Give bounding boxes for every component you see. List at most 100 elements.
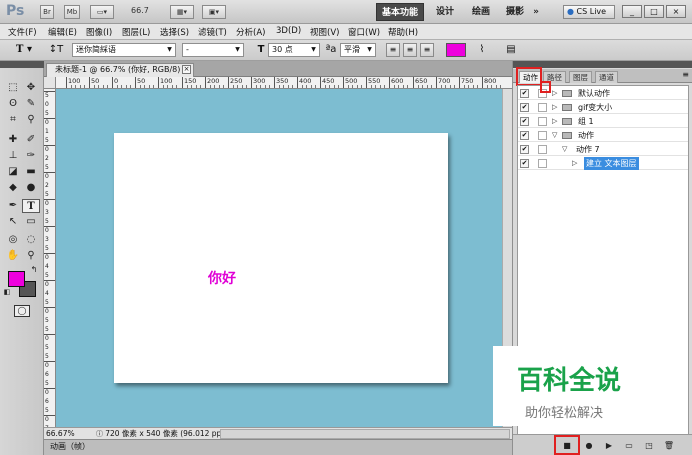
workspace-photography[interactable]: 摄影 xyxy=(500,3,530,21)
clone-stamp-tool-icon[interactable]: ⊥ xyxy=(4,149,22,163)
menu-layer[interactable]: 图层(L) xyxy=(122,26,150,38)
gradient-tool-icon[interactable]: ▬ xyxy=(22,165,40,179)
dodge-tool-icon[interactable]: ● xyxy=(22,181,40,195)
dialog-toggle[interactable] xyxy=(538,103,547,112)
horizontal-scrollbar[interactable] xyxy=(220,429,510,439)
canvas-text-layer[interactable]: 你好 xyxy=(208,268,236,288)
foreground-color-swatch[interactable] xyxy=(8,271,25,287)
character-panel-icon[interactable]: ▤ xyxy=(504,43,518,57)
close-tab-icon[interactable]: × xyxy=(182,65,191,74)
vertical-ruler[interactable]: 50501502502503503504504505505506506507 xyxy=(44,89,56,431)
collapse-triangle-icon[interactable]: ▽ xyxy=(562,143,567,156)
checkmark-icon[interactable]: ✔ xyxy=(520,145,529,154)
menu-analysis[interactable]: 分析(A) xyxy=(236,26,265,38)
history-brush-tool-icon[interactable]: ✑ xyxy=(22,149,40,163)
hand-tool-icon[interactable]: ✋ xyxy=(4,249,22,263)
zoom-level-menu[interactable]: 66.7 xyxy=(131,6,149,15)
horizontal-ruler[interactable]: 100 50 0 50 100 150 200 250 300 350 400 450 500 550 60… xyxy=(56,77,512,89)
workspace-more[interactable]: » xyxy=(528,3,544,21)
pen-tool-icon[interactable]: ✒ xyxy=(4,199,22,213)
checkmark-icon[interactable]: ✔ xyxy=(520,103,529,112)
font-family-select[interactable]: 迷你简綵语 ▼ xyxy=(72,43,176,57)
eraser-tool-icon[interactable]: ◪ xyxy=(4,165,22,179)
3d-orbit-tool-icon[interactable]: ◌ xyxy=(22,233,40,247)
warp-text-icon[interactable]: ⌇ xyxy=(474,43,490,57)
expand-triangle-icon[interactable]: ▷ xyxy=(552,101,557,114)
path-select-tool-icon[interactable]: ↖ xyxy=(4,215,22,229)
menu-select[interactable]: 选择(S) xyxy=(160,26,189,38)
checkmark-icon[interactable]: ✔ xyxy=(520,131,529,140)
brush-tool-icon[interactable]: ✐ xyxy=(22,133,40,147)
workspace-essentials[interactable]: 基本功能 xyxy=(376,3,424,21)
default-colors-icon[interactable]: ◧ xyxy=(2,285,12,299)
action-row[interactable]: ✔ ▷ 建立 文本图层 xyxy=(518,157,688,170)
quick-mask-button[interactable]: ◯ xyxy=(14,305,30,317)
minimize-button[interactable]: _ xyxy=(622,5,642,18)
text-color-swatch[interactable] xyxy=(446,43,466,57)
zoom-tool-icon[interactable]: ⚲ xyxy=(22,249,40,263)
document-canvas[interactable]: 你好 xyxy=(114,133,448,383)
align-center-button[interactable]: ≡ xyxy=(403,43,417,57)
anti-alias-select[interactable]: 平滑 ▼ xyxy=(340,43,376,57)
action-row[interactable]: ✔ ▽ 动作 xyxy=(518,129,688,142)
menu-view[interactable]: 视图(V) xyxy=(310,26,339,38)
move-tool-icon[interactable]: ✥ xyxy=(22,81,40,95)
expand-triangle-icon[interactable]: ▷ xyxy=(572,157,577,170)
trash-icon[interactable]: 🗑 xyxy=(663,440,675,451)
menu-file[interactable]: 文件(F) xyxy=(8,26,37,38)
text-tool-preset-icon[interactable]: T ▾ xyxy=(12,43,36,57)
menu-edit[interactable]: 编辑(E) xyxy=(48,26,77,38)
menu-3d[interactable]: 3D(D) xyxy=(276,26,301,36)
view-extras-button[interactable]: ▭▾ xyxy=(90,5,114,19)
dialog-toggle[interactable] xyxy=(538,159,547,168)
font-size-select[interactable]: 30 点 ▼ xyxy=(268,43,320,57)
swap-colors-icon[interactable]: ↰ xyxy=(28,263,40,277)
crop-tool-icon[interactable]: ⌗ xyxy=(4,113,22,127)
eyedropper-tool-icon[interactable]: ⚲ xyxy=(22,113,40,127)
maximize-button[interactable]: □ xyxy=(644,5,664,18)
menu-window[interactable]: 窗口(W) xyxy=(348,26,380,38)
toolbox-header[interactable] xyxy=(0,61,44,68)
shape-tool-icon[interactable]: ▭ xyxy=(22,215,40,229)
lasso-tool-icon[interactable]: ʘ xyxy=(4,97,22,111)
menu-filter[interactable]: 滤镜(T) xyxy=(198,26,227,38)
dialog-toggle[interactable] xyxy=(538,131,547,140)
collapse-triangle-icon[interactable]: ▽ xyxy=(552,129,557,142)
ruler-origin[interactable] xyxy=(44,77,56,89)
3d-rotate-tool-icon[interactable]: ◎ xyxy=(4,233,22,247)
expand-triangle-icon[interactable]: ▷ xyxy=(552,115,557,128)
type-tool-icon[interactable]: T xyxy=(22,199,40,213)
tab-layers[interactable]: 图层 xyxy=(569,71,592,83)
dialog-toggle[interactable] xyxy=(538,145,547,154)
healing-brush-tool-icon[interactable]: ✚ xyxy=(4,133,22,147)
bridge-button[interactable]: Br xyxy=(40,5,54,19)
status-zoom-level[interactable]: 66.67% xyxy=(46,428,75,439)
align-left-button[interactable]: ≡ xyxy=(386,43,400,57)
animation-panel-bar[interactable]: 动画（帧） xyxy=(44,439,512,455)
action-row[interactable]: ✔ ▷ gif变大小 xyxy=(518,101,688,114)
cs-live-button[interactable]: ● CS Live xyxy=(563,5,615,19)
play-icon[interactable]: ▶ xyxy=(603,440,615,451)
blur-tool-icon[interactable]: ◆ xyxy=(4,181,22,195)
marquee-tool-icon[interactable]: ⬚ xyxy=(4,81,22,95)
checkmark-icon[interactable]: ✔ xyxy=(520,89,529,98)
document-tab[interactable]: 未标题-1 @ 66.7% (你好, RGB/8) * × xyxy=(46,63,194,77)
screen-mode-button[interactable]: ▣▾ xyxy=(202,5,226,19)
new-set-icon[interactable]: ▭ xyxy=(623,440,635,451)
workspace-design[interactable]: 设计 xyxy=(430,3,460,21)
record-icon[interactable]: ● xyxy=(583,440,595,451)
tab-channels[interactable]: 通道 xyxy=(595,71,618,83)
minibridge-button[interactable]: Mb xyxy=(64,5,80,19)
toggle-text-orientation-icon[interactable]: ↕T xyxy=(48,43,64,57)
close-button[interactable]: × xyxy=(666,5,686,18)
action-row[interactable]: ✔ ▷ 组 1 xyxy=(518,115,688,128)
align-right-button[interactable]: ≡ xyxy=(420,43,434,57)
menu-image[interactable]: 图像(I) xyxy=(86,26,112,38)
menu-help[interactable]: 帮助(H) xyxy=(388,26,418,38)
dialog-toggle[interactable] xyxy=(538,117,547,126)
quick-select-tool-icon[interactable]: ✎ xyxy=(22,97,40,111)
panel-menu-icon[interactable]: ≡ xyxy=(682,70,689,79)
workspace-painting[interactable]: 绘画 xyxy=(466,3,496,21)
arrange-documents-button[interactable]: ▦▾ xyxy=(170,5,194,19)
checkmark-icon[interactable]: ✔ xyxy=(520,117,529,126)
